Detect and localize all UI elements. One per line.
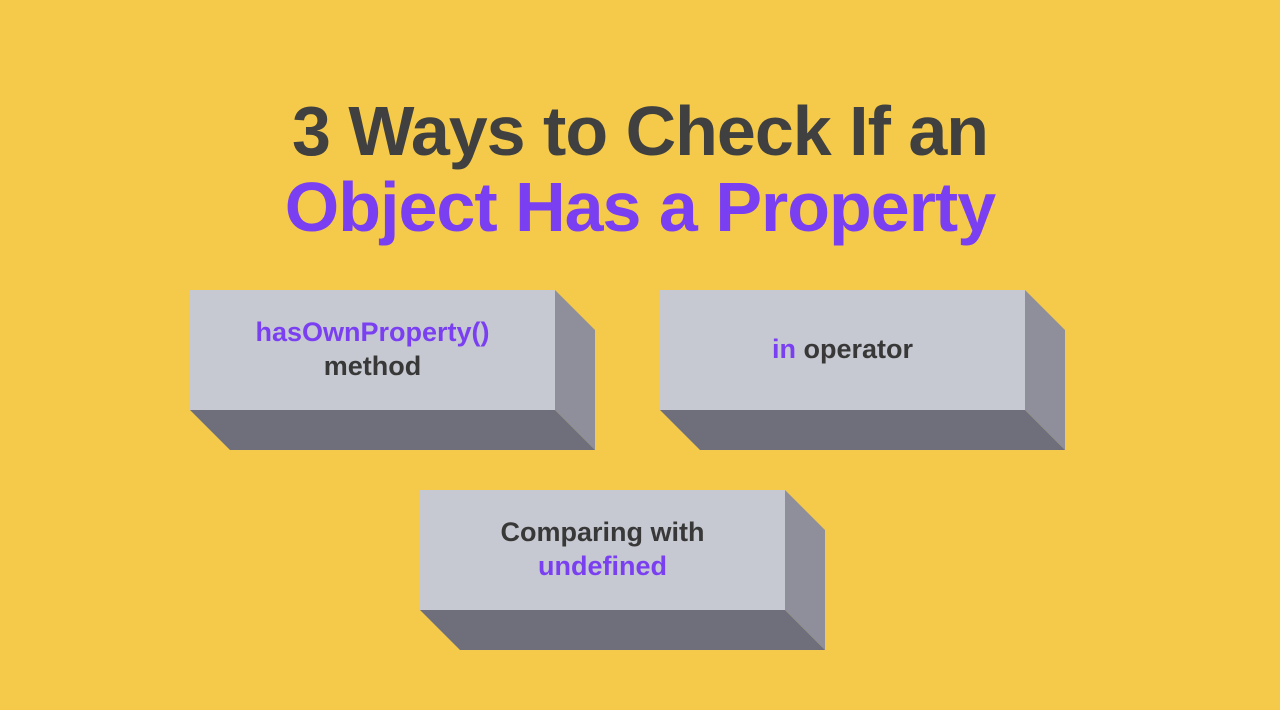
block-bottom bbox=[420, 610, 825, 650]
block-hasownproperty: hasOwnProperty() method bbox=[190, 290, 555, 410]
block-undefined: Comparing with undefined bbox=[420, 490, 785, 610]
block-in-operator: in operator bbox=[660, 290, 1025, 410]
title-line-2: Object Has a Property bbox=[0, 171, 1280, 245]
block-text-dark: method bbox=[324, 350, 422, 384]
title-line-1: 3 Ways to Check If an bbox=[0, 95, 1280, 169]
block-text-dark: operator bbox=[796, 334, 913, 364]
block-face: Comparing with undefined bbox=[420, 490, 785, 610]
block-text-purple: in bbox=[772, 334, 796, 364]
block-bottom bbox=[190, 410, 595, 450]
block-face: in operator bbox=[660, 290, 1025, 410]
block-text-purple: hasOwnProperty() bbox=[255, 317, 489, 347]
block-bottom bbox=[660, 410, 1065, 450]
block-text-dark: Comparing with bbox=[501, 516, 705, 550]
title: 3 Ways to Check If an Object Has a Prope… bbox=[0, 95, 1280, 244]
block-face: hasOwnProperty() method bbox=[190, 290, 555, 410]
block-text-purple: undefined bbox=[538, 550, 667, 584]
